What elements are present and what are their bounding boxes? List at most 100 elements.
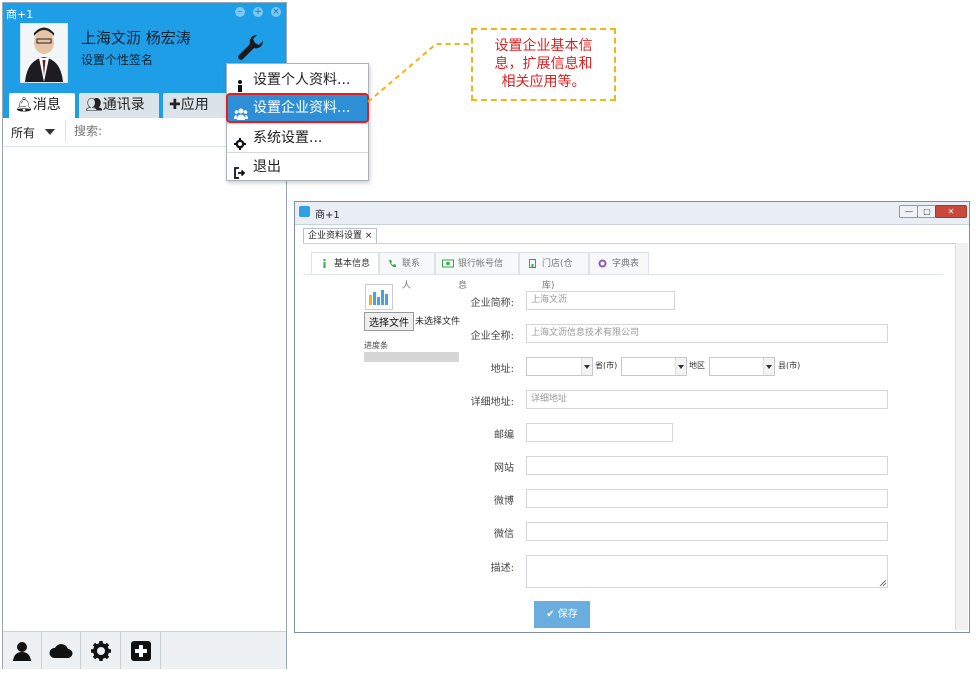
- cloud-icon[interactable]: [42, 632, 81, 669]
- city-select[interactable]: [621, 357, 687, 376]
- menu-item-system-settings[interactable]: 系统设置...: [227, 124, 368, 152]
- province-select[interactable]: [526, 357, 593, 376]
- subtab-label: 基本信息: [334, 259, 371, 269]
- progress-label: 进度条: [364, 341, 388, 350]
- weibo-input[interactable]: [526, 489, 888, 508]
- website-input[interactable]: [526, 456, 888, 475]
- menu-item-label: 退出: [253, 159, 281, 175]
- users-icon: 👥︎: [85, 97, 103, 113]
- avatar[interactable]: [20, 23, 68, 83]
- website-label: 网站: [494, 463, 514, 474]
- short-name-input[interactable]: 上海文沥: [526, 291, 675, 310]
- app-logo-icon: [299, 206, 310, 217]
- plus-square-icon[interactable]: [122, 632, 161, 669]
- detail-address-input[interactable]: 详细地址: [526, 390, 888, 409]
- window-titlebar: 商+1 — ▢ ✕: [295, 202, 969, 225]
- document-body: 基本信息 联系人 银行帐号信息 门店(仓库) 字典表 选择文件 未选择文件 进度…: [303, 243, 955, 631]
- person-icon: [234, 74, 246, 92]
- description-label: 描述:: [490, 563, 514, 574]
- tab-contacts[interactable]: 👥︎通讯录: [79, 93, 159, 118]
- caret-down-icon: [675, 358, 686, 375]
- subtab-contacts[interactable]: 联系人: [379, 252, 435, 291]
- bell-icon: 🔔︎: [15, 97, 33, 113]
- save-button[interactable]: ✔ 保存: [534, 601, 590, 628]
- subtab-label: 门店(仓库): [542, 259, 573, 291]
- minimize-icon[interactable]: –: [235, 7, 245, 17]
- menu-item-label: 系统设置...: [253, 130, 323, 146]
- full-name-label: 企业全称:: [470, 331, 514, 342]
- sign-out-icon: [234, 161, 246, 179]
- callout-box: 设置企业基本信 息，扩展信息和 相关应用等。: [471, 28, 616, 101]
- vertical-scrollbar[interactable]: [955, 243, 968, 630]
- short-name-label: 企业简称:: [470, 298, 514, 309]
- window-title: 商+1: [315, 210, 340, 221]
- menu-item-label: 设置企业资料...: [253, 100, 351, 116]
- address-label: 地址:: [490, 364, 514, 375]
- district-select[interactable]: [709, 357, 775, 376]
- subtab-bank-account[interactable]: 银行帐号信息: [435, 252, 519, 291]
- wechat-label: 微信: [494, 529, 514, 540]
- subtab-dictionary[interactable]: 字典表: [589, 252, 649, 274]
- maximize-icon[interactable]: +: [253, 7, 263, 17]
- gear-icon: [234, 132, 246, 150]
- client-title: 商+1: [6, 8, 34, 21]
- group-icon: [234, 102, 248, 120]
- logo-preview: [365, 284, 393, 310]
- resize-handle-icon[interactable]: [879, 579, 886, 586]
- store-icon: [529, 259, 536, 268]
- weibo-label: 微博: [494, 496, 514, 507]
- tab-label: 应用: [180, 97, 209, 113]
- subtab-label: 联系人: [402, 259, 421, 291]
- gear-icon[interactable]: [82, 632, 121, 669]
- subtab-label: 银行帐号信息: [458, 259, 504, 291]
- subtab-stores[interactable]: 门店(仓库): [519, 252, 589, 291]
- user-name: 上海文沥 杨宏涛: [81, 29, 191, 47]
- subtab-divider: [303, 274, 943, 275]
- wrench-icon[interactable]: [235, 33, 265, 63]
- phone-icon: [389, 260, 396, 268]
- postcode-input[interactable]: [526, 423, 673, 442]
- callout-line: 息，扩展信息和: [494, 56, 593, 72]
- caret-down-icon[interactable]: [45, 129, 55, 135]
- menu-item-logout[interactable]: 退出: [227, 153, 368, 181]
- province-suffix: 省(市): [595, 361, 618, 370]
- tab-apps[interactable]: ✚应用: [163, 93, 229, 118]
- county-suffix: 县(市): [778, 361, 801, 370]
- info-icon: [323, 259, 326, 268]
- full-name-input[interactable]: 上海文沥信息技术有限公司: [526, 324, 888, 343]
- tab-label: 消息: [32, 97, 61, 113]
- callout-connector: [367, 43, 472, 103]
- minimize-icon[interactable]: —: [899, 205, 919, 218]
- detail-address-label: 详细地址:: [470, 397, 514, 408]
- filter-dropdown[interactable]: 所有: [11, 124, 35, 141]
- document-tab[interactable]: 企业资料设置 ×: [303, 228, 378, 244]
- choose-file-button[interactable]: 选择文件: [364, 312, 414, 331]
- wechat-input[interactable]: [526, 522, 888, 541]
- menu-item-label: 设置个人资料...: [253, 72, 351, 88]
- caret-down-icon: [581, 358, 592, 375]
- close-icon[interactable]: ×: [271, 7, 281, 17]
- puzzle-icon: ✚: [169, 97, 181, 113]
- description-textarea[interactable]: [526, 555, 888, 588]
- callout-line: 设置企业基本信: [494, 38, 593, 54]
- subtab-label: 字典表: [612, 259, 640, 269]
- company-settings-window: 商+1 — ▢ ✕ 企业资料设置 × 基本信息 联系人 银行帐号信息 门店(仓库…: [294, 201, 970, 633]
- tab-messages[interactable]: 🔔︎消息: [9, 93, 75, 118]
- menu-item-company-profile[interactable]: 设置企业资料...: [226, 93, 369, 123]
- user-icon[interactable]: [3, 632, 42, 669]
- no-file-text: 未选择文件: [415, 317, 461, 327]
- cog-icon: [598, 259, 607, 268]
- chart-logo-icon: [369, 290, 388, 305]
- money-icon: [442, 259, 454, 268]
- caret-down-icon: [763, 358, 774, 375]
- district-label: 地区: [689, 361, 705, 370]
- signature-text[interactable]: 设置个性签名: [81, 51, 153, 68]
- close-icon[interactable]: ✕: [935, 205, 967, 218]
- callout-line: 相关应用等。: [501, 74, 586, 90]
- subtab-basic-info[interactable]: 基本信息: [311, 252, 379, 274]
- menu-item-personal-profile[interactable]: 设置个人资料...: [227, 66, 368, 94]
- maximize-icon[interactable]: ▢: [917, 205, 937, 218]
- postcode-label: 邮编: [494, 430, 514, 441]
- client-toolbar: [3, 631, 286, 669]
- settings-dropdown-menu: 设置个人资料... 设置企业资料... 系统设置... 退出: [226, 63, 369, 181]
